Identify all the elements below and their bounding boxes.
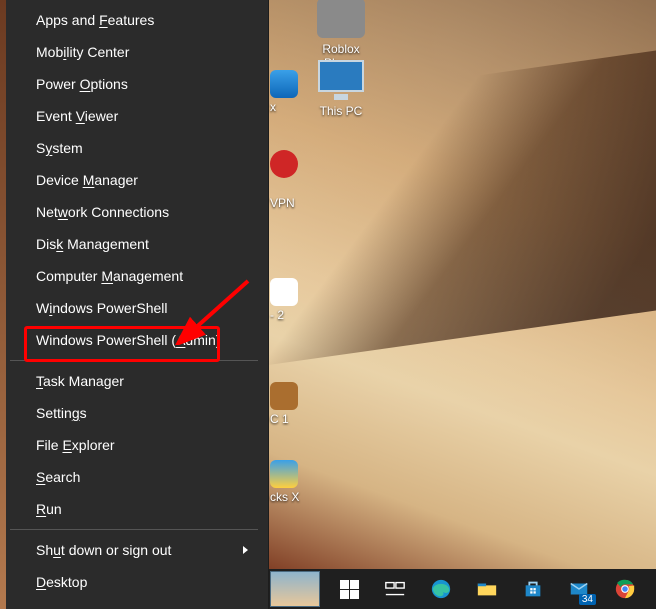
desktop-icon-partial-red[interactable] <box>270 150 300 180</box>
desktop-icon-label-fragment: - 2 <box>270 308 284 322</box>
desktop-icon-label-fragment: x <box>270 100 276 114</box>
desktop-icon-label: This PC <box>320 104 363 118</box>
menu-item-label: Apps and Features <box>36 12 154 28</box>
generic-app-icon <box>270 150 298 178</box>
desktop-icon-partial-blue[interactable]: x <box>270 70 300 114</box>
menu-item-label: Settings <box>36 405 87 421</box>
menu-separator <box>10 529 258 530</box>
taskbar-mail[interactable]: 34 <box>556 569 602 609</box>
taskbar: 34 <box>268 569 656 609</box>
generic-app-icon <box>270 382 298 410</box>
taskbar-edge[interactable] <box>418 569 464 609</box>
desktop-icon-label-fragment: cks X <box>270 490 299 504</box>
menu-item-label: Windows PowerShell <box>36 300 168 316</box>
menu-separator <box>10 360 258 361</box>
desktop-icon-partial-c1[interactable]: C 1 <box>270 382 300 426</box>
menu-item-label: Desktop <box>36 574 87 590</box>
taskbar-chrome[interactable] <box>602 569 648 609</box>
desktop-icon-this-pc[interactable]: This PC <box>304 60 378 118</box>
menu-item-label: Mobility Center <box>36 44 129 60</box>
menu-item-shutdown-signout[interactable]: Shut down or sign out <box>0 534 268 566</box>
menu-item-label: Computer Management <box>36 268 183 284</box>
menu-item-label: Task Manager <box>36 373 124 389</box>
menu-item-label: Shut down or sign out <box>36 542 171 558</box>
menu-item-label: Device Manager <box>36 172 138 188</box>
menu-item-label: Search <box>36 469 80 485</box>
taskbar-thumbnail[interactable] <box>270 571 320 607</box>
menu-item-file-explorer[interactable]: File Explorer <box>0 429 268 461</box>
menu-item-desktop[interactable]: Desktop <box>0 566 268 598</box>
windows-logo-icon <box>340 580 359 599</box>
menu-item-settings[interactable]: Settings <box>0 397 268 429</box>
menu-item-system[interactable]: System <box>0 132 268 164</box>
menu-item-label: Disk Management <box>36 236 149 252</box>
menu-item-label: Run <box>36 501 62 517</box>
store-icon <box>522 578 544 600</box>
menu-item-powershell-admin[interactable]: Windows PowerShell (Admin) <box>0 324 268 356</box>
menu-item-computer-management[interactable]: Computer Management <box>0 260 268 292</box>
menu-item-label: Network Connections <box>36 204 169 220</box>
generic-app-icon <box>270 460 298 488</box>
menu-item-device-manager[interactable]: Device Manager <box>0 164 268 196</box>
taskbar-store[interactable] <box>510 569 556 609</box>
menu-item-label: Windows PowerShell (Admin) <box>36 332 220 348</box>
desktop-icon-partial-2[interactable]: - 2 <box>270 278 300 322</box>
menu-item-powershell[interactable]: Windows PowerShell <box>0 292 268 324</box>
menu-item-search[interactable]: Search <box>0 461 268 493</box>
edge-icon <box>430 578 452 600</box>
menu-item-run[interactable]: Run <box>0 493 268 525</box>
desktop-icon-partial-vpn[interactable]: VPN <box>270 196 300 210</box>
generic-app-icon <box>270 70 298 98</box>
desktop-icon-partial-ksx[interactable]: cks X <box>270 460 300 504</box>
desktop-icon-label-fragment: C 1 <box>270 412 289 426</box>
menu-item-power-options[interactable]: Power Options <box>0 68 268 100</box>
this-pc-icon <box>317 60 365 100</box>
menu-item-label: System <box>36 140 83 156</box>
chevron-right-icon <box>243 546 248 554</box>
mail-badge: 34 <box>579 594 596 605</box>
menu-item-label: Power Options <box>36 76 128 92</box>
menu-item-event-viewer[interactable]: Event Viewer <box>0 100 268 132</box>
menu-item-task-manager[interactable]: Task Manager <box>0 365 268 397</box>
menu-item-disk-management[interactable]: Disk Management <box>0 228 268 260</box>
generic-app-icon <box>270 278 298 306</box>
winx-power-menu: Apps and Features Mobility Center Power Op… <box>0 0 269 609</box>
taskbar-start-button[interactable] <box>326 569 372 609</box>
chrome-icon <box>614 578 636 600</box>
menu-item-network-connections[interactable]: Network Connections <box>0 196 268 228</box>
menu-item-label: Event Viewer <box>36 108 118 124</box>
task-view-icon <box>384 578 406 600</box>
desktop-icon-label-fragment: VPN <box>270 196 295 210</box>
desktop-icons-area: Roblox Player This PC x VPN - 2 C 1 cks … <box>272 0 656 569</box>
wallpaper-left-strip <box>0 0 6 609</box>
file-explorer-icon <box>476 578 498 600</box>
taskbar-file-explorer[interactable] <box>464 569 510 609</box>
roblox-icon <box>317 0 365 38</box>
menu-item-apps-features[interactable]: Apps and Features <box>0 4 268 36</box>
taskbar-task-view[interactable] <box>372 569 418 609</box>
menu-item-mobility-center[interactable]: Mobility Center <box>0 36 268 68</box>
menu-item-label: File Explorer <box>36 437 115 453</box>
